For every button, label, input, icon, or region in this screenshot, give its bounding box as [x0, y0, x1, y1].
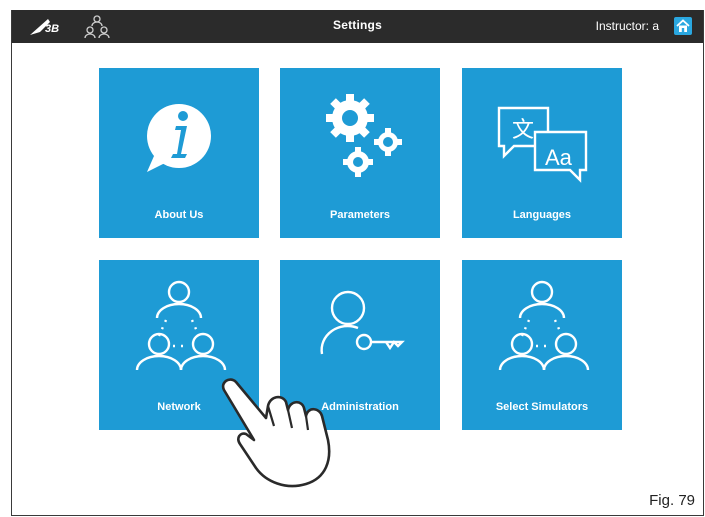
tile-languages[interactable]: 文 Aa Languages	[462, 68, 622, 238]
tile-label: About Us	[154, 209, 204, 221]
home-icon[interactable]	[674, 17, 692, 35]
tile-parameters[interactable]: Parameters	[280, 68, 440, 238]
tile-label: Select Simulators	[495, 401, 589, 413]
tile-label: Languages	[512, 209, 572, 221]
top-bar: 3B Settings Instructor: a	[12, 10, 703, 43]
figure-caption: Fig. 79	[649, 492, 695, 509]
tile-label: Parameters	[330, 209, 390, 221]
info-icon	[147, 104, 211, 172]
tile-select-simulators[interactable]: Select Simulators	[462, 260, 622, 430]
svg-text:文: 文	[512, 118, 534, 143]
network-icon	[498, 280, 590, 371]
user-label: Instructor: a	[595, 19, 659, 33]
gears-icon	[326, 94, 402, 177]
tile-about-us[interactable]: About Us	[99, 68, 259, 238]
svg-text:Aa: Aa	[545, 145, 573, 170]
languages-icon: 文 Aa	[497, 106, 588, 183]
pointing-hand-icon	[221, 378, 331, 488]
